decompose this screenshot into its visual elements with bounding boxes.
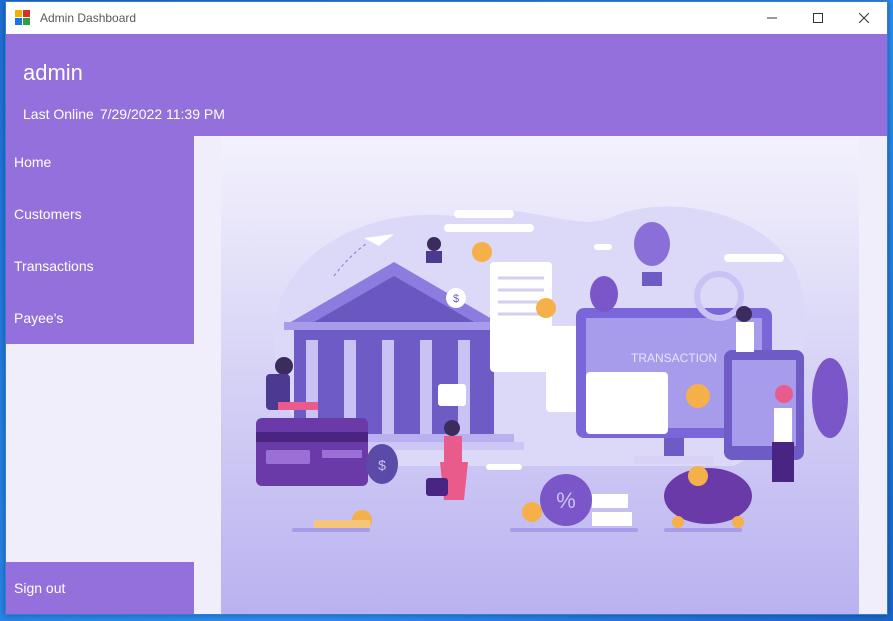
sign-out-button[interactable]: Sign out <box>6 562 194 614</box>
last-online-label: Last Online <box>23 106 94 122</box>
sidebar-item-transactions[interactable]: Transactions <box>6 240 194 292</box>
app-window: Admin Dashboard admin Last Online 7/29/20… <box>5 1 888 615</box>
sidebar-item-home[interactable]: Home <box>6 136 194 188</box>
svg-text:%: % <box>556 488 576 513</box>
sidebar-spacer <box>6 344 194 562</box>
screen-label: TRANSACTION <box>631 351 717 365</box>
close-icon <box>859 13 869 23</box>
title-bar[interactable]: Admin Dashboard <box>6 2 887 34</box>
close-button[interactable] <box>841 2 887 34</box>
minimize-icon <box>767 17 777 19</box>
svg-text:$: $ <box>378 457 386 473</box>
sidebar-item-payees[interactable]: Payee's <box>6 292 194 344</box>
window-title: Admin Dashboard <box>40 11 137 25</box>
last-online: Last Online 7/29/2022 11:39 PM <box>23 106 225 122</box>
username-label: admin <box>23 60 83 85</box>
svg-text:$: $ <box>453 293 459 305</box>
window-controls <box>749 2 887 34</box>
sidebar-nav: Home Customers Transactions Payee's <box>6 136 194 344</box>
sidebar-item-customers[interactable]: Customers <box>6 188 194 240</box>
main-content: $ $ TRANSACTION % <box>194 136 887 614</box>
maximize-button[interactable] <box>795 2 841 34</box>
last-online-value: 7/29/2022 11:39 PM <box>99 106 225 122</box>
minimize-button[interactable] <box>749 2 795 34</box>
bank-finance-illustration: $ $ TRANSACTION % <box>221 136 859 614</box>
maximize-icon <box>813 13 823 23</box>
app-grid-icon <box>15 10 31 26</box>
user-header: admin Last Online 7/29/2022 11:39 PM <box>6 34 887 136</box>
